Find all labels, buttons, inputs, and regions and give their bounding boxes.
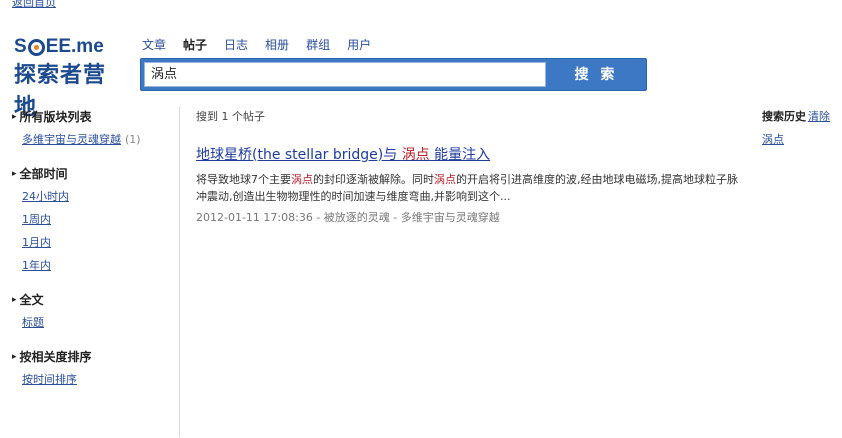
caret-right-icon: ▸ — [12, 168, 17, 179]
nav-albums[interactable]: 相册 — [265, 36, 289, 53]
time-1year[interactable]: 1年内 — [22, 257, 177, 273]
logo-o-icon — [27, 38, 45, 56]
logo-text-s: S — [14, 36, 27, 57]
history-title: 搜索历史 — [762, 110, 806, 123]
time-1week[interactable]: 1周内 — [22, 211, 177, 227]
logo-text-eeme: EE.me — [45, 36, 104, 57]
caret-right-icon: ▸ — [12, 111, 17, 122]
result-item: 地球星桥(the stellar bridge)与 涡点 能量注入 将导致地球7… — [196, 144, 741, 225]
nav-logs[interactable]: 日志 — [224, 36, 248, 53]
search-input[interactable]: 涡点 — [144, 62, 546, 87]
highlight-term: 涡点 — [434, 173, 456, 186]
nav-articles[interactable]: 文章 — [142, 36, 166, 53]
nav-groups[interactable]: 群组 — [306, 36, 330, 53]
time-filter: ▸ 全部时间 24小时内 1周内 1月内 1年内 — [12, 165, 177, 273]
scope-filter: ▸ 全文 标题 — [12, 291, 177, 330]
sort-filter-title: 按相关度排序 — [19, 350, 92, 364]
scope-filter-title: 全文 — [19, 293, 44, 307]
filter-sidebar: ▸ 所有版块列表 多维宇宙与灵魂穿越 (1) ▸ 全部时间 24小时内 1周内 1月内… — [12, 108, 177, 405]
search-history: 搜索历史 清除 涡点 — [762, 108, 840, 147]
sort-filter: ▸ 按相关度排序 按时间排序 — [12, 348, 177, 387]
nav-posts[interactable]: 帖子 — [183, 36, 207, 53]
highlight-term: 涡点 — [401, 147, 430, 163]
caret-right-icon: ▸ — [12, 294, 17, 305]
category-nav: 文章 帖子 日志 相册 群组 用户 — [142, 36, 388, 53]
time-24h[interactable]: 24小时内 — [22, 188, 177, 204]
result-snippet: 将导致地球7个主要涡点的封印逐渐被解除。同时涡点的开启将引进高维度的波,经由地球… — [196, 173, 738, 203]
board-filter-title: 所有版块列表 — [19, 110, 92, 124]
sort-by-time[interactable]: 按时间排序 — [22, 371, 177, 387]
caret-right-icon: ▸ — [12, 351, 17, 362]
result-count: 搜到 1 个帖子 — [196, 110, 265, 123]
back-home-link[interactable]: 返回首页 — [12, 0, 56, 10]
search-results: 搜到 1 个帖子 地球星桥(the stellar bridge)与 涡点 能量… — [196, 108, 741, 225]
column-divider — [179, 107, 180, 437]
result-meta: 2012-01-11 17:08:36 - 被放逐的灵魂 - 多维宇宙与灵魂穿越 — [196, 211, 500, 224]
scope-title-only[interactable]: 标题 — [22, 314, 177, 330]
nav-users[interactable]: 用户 — [347, 36, 371, 53]
time-filter-title: 全部时间 — [19, 167, 68, 181]
history-item[interactable]: 涡点 — [762, 131, 840, 147]
search-bar: 涡点 SOSO 搜 索 — [140, 58, 647, 91]
result-title-link[interactable]: 地球星桥(the stellar bridge)与 涡点 能量注入 — [196, 144, 741, 164]
clear-history-link[interactable]: 清除 — [808, 110, 830, 123]
board-count: (1) — [125, 133, 141, 146]
highlight-term: 涡点 — [291, 173, 313, 186]
site-logo[interactable]: S EE.me 探索者营地 — [14, 36, 124, 120]
time-1month[interactable]: 1月内 — [22, 234, 177, 250]
search-button[interactable]: 搜 索 — [549, 62, 644, 87]
board-filter: ▸ 所有版块列表 多维宇宙与灵魂穿越 (1) — [12, 108, 177, 147]
board-item[interactable]: 多维宇宙与灵魂穿越 (1) — [22, 131, 177, 147]
